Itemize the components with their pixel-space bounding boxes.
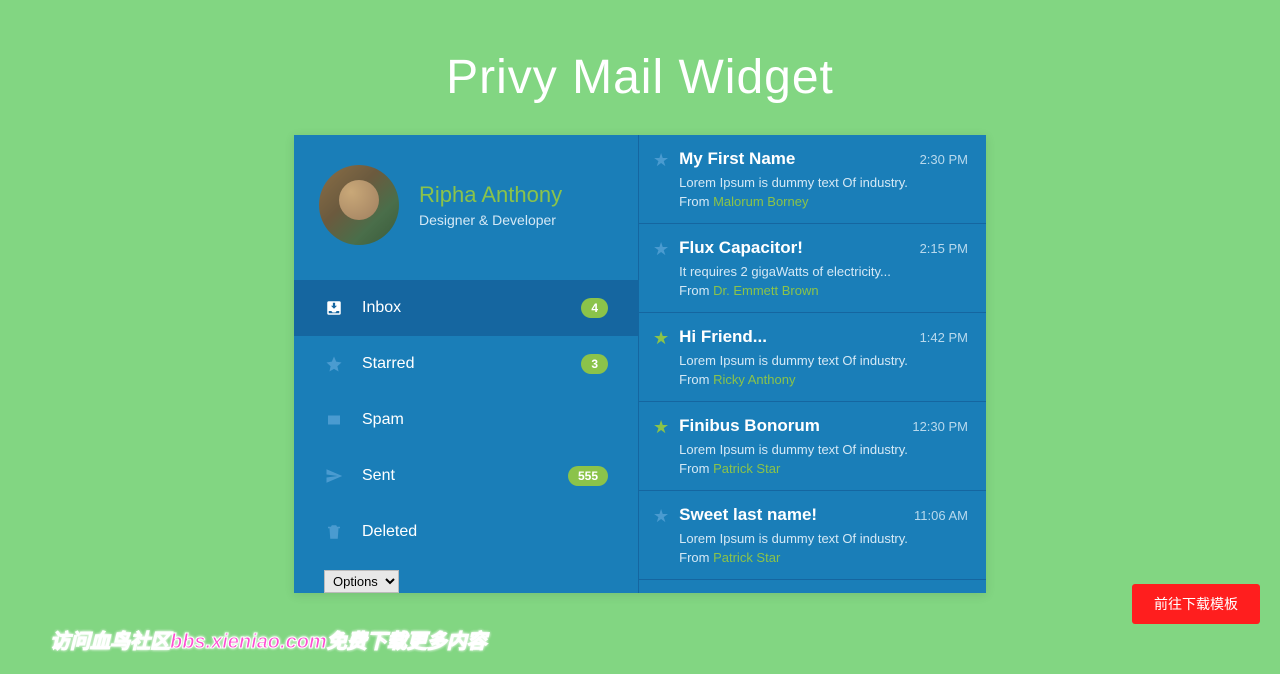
message-subject: Hi Friend... [679,327,767,347]
options-select[interactable]: Options [324,570,399,593]
nav-label: Deleted [362,523,608,541]
nav-item-inbox[interactable]: Inbox4 [294,280,638,336]
message-from: From Malorum Borney [679,194,968,209]
message-preview: Lorem Ipsum is dummy text Of industry. [679,531,968,546]
star-icon[interactable]: ★ [653,240,669,298]
message-time: 11:06 AM [914,508,968,523]
message-sender[interactable]: Malorum Borney [713,194,808,209]
nav-item-spam[interactable]: Spam [294,392,638,448]
message-item[interactable]: ★ Hi Friend... 1:42 PM Lorem Ipsum is dummy… [639,313,986,402]
message-body: Sweet last name! 11:06 AM Lorem Ipsum is d… [679,505,968,565]
mail-widget: Ripha Anthony Designer & Developer Inbox… [294,135,986,593]
message-from: From Dr. Emmett Brown [679,283,968,298]
inbox-icon [324,298,344,318]
watermark-text: 访问血鸟社区bbs.xieniao.com免费下载更多内容 [50,625,487,654]
sent-icon [324,466,344,486]
page-title: Privy Mail Widget [0,0,1280,135]
message-body: Finibus Bonorum 12:30 PM Lorem Ipsum is du… [679,416,968,476]
message-body: My First Name 2:30 PM Lorem Ipsum is dummy… [679,149,968,209]
profile-section: Ripha Anthony Designer & Developer [294,135,638,280]
message-preview: Lorem Ipsum is dummy text Of industry. [679,442,968,457]
nav-item-deleted[interactable]: Deleted [294,504,638,560]
nav-badge: 555 [568,466,608,486]
message-subject: Flux Capacitor! [679,238,803,258]
profile-info: Ripha Anthony Designer & Developer [419,182,562,228]
star-icon [324,354,344,374]
download-template-button[interactable]: 前往下载模板 [1132,584,1260,624]
message-item[interactable]: ★ Flux Capacitor! 2:15 PM It requires 2 gig… [639,224,986,313]
star-icon[interactable]: ★ [653,151,669,209]
message-time: 2:15 PM [920,241,968,256]
message-body: Hi Friend... 1:42 PM Lorem Ipsum is dummy … [679,327,968,387]
nav-label: Inbox [362,299,581,317]
message-preview: Lorem Ipsum is dummy text Of industry. [679,353,968,368]
nav-item-sent[interactable]: Sent555 [294,448,638,504]
message-sender[interactable]: Dr. Emmett Brown [713,283,818,298]
nav-label: Starred [362,355,581,373]
nav-list: Inbox4Starred3SpamSent555Deleted [294,280,638,560]
message-subject: My First Name [679,149,795,169]
message-time: 2:30 PM [920,152,968,167]
star-icon[interactable]: ★ [653,418,669,476]
message-sender[interactable]: Patrick Star [713,550,780,565]
trash-icon [324,522,344,542]
nav-label: Sent [362,467,568,485]
message-from: From Patrick Star [679,550,968,565]
message-time: 1:42 PM [920,330,968,345]
star-icon[interactable]: ★ [653,507,669,565]
sidebar: Ripha Anthony Designer & Developer Inbox… [294,135,639,593]
message-item[interactable]: ★ My First Name 2:30 PM Lorem Ipsum is dumm… [639,135,986,224]
message-subject: Finibus Bonorum [679,416,820,436]
nav-label: Spam [362,411,608,429]
star-icon[interactable]: ★ [653,329,669,387]
message-preview: Lorem Ipsum is dummy text Of industry. [679,175,968,190]
message-from: From Ricky Anthony [679,372,968,387]
avatar[interactable] [319,165,399,245]
message-item[interactable]: ★ Finibus Bonorum 12:30 PM Lorem Ipsum is d… [639,402,986,491]
message-sender[interactable]: Ricky Anthony [713,372,795,387]
message-body: Flux Capacitor! 2:15 PM It requires 2 giga… [679,238,968,298]
nav-item-starred[interactable]: Starred3 [294,336,638,392]
message-sender[interactable]: Patrick Star [713,461,780,476]
spam-icon [324,410,344,430]
profile-role: Designer & Developer [419,212,562,228]
message-list: ★ My First Name 2:30 PM Lorem Ipsum is dumm… [639,135,986,593]
nav-badge: 4 [581,298,608,318]
message-subject: Sweet last name! [679,505,817,525]
nav-badge: 3 [581,354,608,374]
message-time: 12:30 PM [912,419,968,434]
message-item[interactable]: ★ Sweet last name! 11:06 AM Lorem Ipsum is … [639,491,986,580]
message-preview: It requires 2 gigaWatts of electricity..… [679,264,968,279]
message-from: From Patrick Star [679,461,968,476]
profile-name: Ripha Anthony [419,182,562,208]
